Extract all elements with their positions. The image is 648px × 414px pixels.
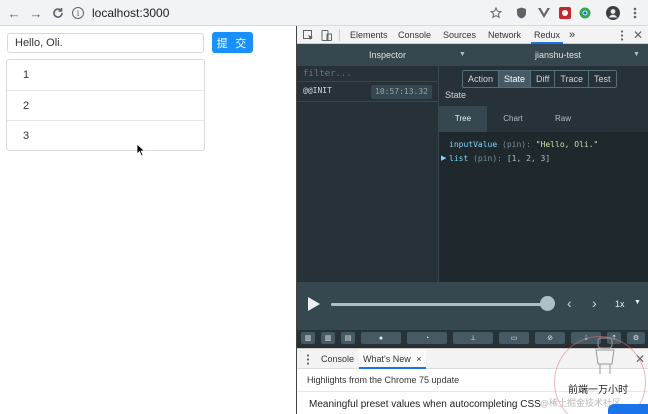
watermark-accent [608,404,648,414]
chevron-down-icon[interactable]: ▼ [634,299,641,306]
layout-right-icon[interactable]: ▥ [321,332,335,344]
tab-elements[interactable]: Elements [350,26,388,44]
action-time: 10:57:13.32 [371,85,432,99]
tree-value: [1, 2, 3] [506,154,551,163]
monitor-select[interactable]: Inspector [369,44,406,66]
tree-key: list [449,154,469,163]
pin-icon[interactable]: ⊥ [453,332,493,344]
drawer-tab-whats-new[interactable]: What's New × [359,349,426,369]
whats-new-heading: Highlights from the Chrome 75 update [307,375,460,385]
action-list-pane: @@INIT 10:57:13.32 [297,66,439,282]
shield-icon[interactable] [514,5,529,20]
layout-bottom-icon[interactable]: ▤ [341,332,355,344]
back-icon[interactable]: ← [5,4,23,22]
inspector-pane: Action State Diff Trace Test State Tree … [439,66,648,282]
watermark-figure-icon [595,337,615,374]
watermark: 前端一万小时 @稀土掘金技术社区 [540,330,648,414]
tree-row-inputvalue[interactable]: inputValue (pin): "Hello, Oli." [449,140,598,149]
tab-network[interactable]: Network [488,26,521,44]
redux-devtools: Inspector ▼ jianshu-test ▼ @@INIT 10:57:… [297,44,648,346]
slider-fill [331,303,547,306]
device-toolbar-icon[interactable] [319,28,333,42]
history-slider[interactable] [331,303,547,306]
slider-player: ‹ › 1x ▼ [297,282,648,330]
record-toggle-icon[interactable]: ● [361,332,401,344]
tree-value: "Hello, Oli." [535,140,599,149]
close-tab-icon[interactable]: × [416,354,421,364]
app-page: 提 交 1 2 3 [0,26,296,414]
redux-header: Inspector ▼ jianshu-test ▼ [297,44,648,66]
store-select[interactable]: jianshu-test [535,44,581,66]
tab-action[interactable]: Action [463,71,498,87]
avatar[interactable] [605,5,620,20]
forward-icon[interactable]: → [27,4,45,22]
address-bar[interactable]: i localhost:3000 [72,3,512,23]
submit-button[interactable]: 提 交 [212,32,253,53]
lock-icon[interactable]: ◔ [407,332,447,344]
todo-list: 1 2 3 [6,59,205,151]
drawer-tab-label: What's New [363,354,411,364]
tab-redux[interactable]: Redux [531,26,564,44]
tree-key: inputValue [449,140,498,149]
state-tree: inputValue (pin): "Hello, Oli." ▶ list (… [439,132,648,282]
chevron-down-icon[interactable]: ▼ [459,44,466,66]
tab-trace[interactable]: Trace [554,71,588,87]
dispatch-off-icon[interactable]: ⊘ [535,332,565,344]
action-item[interactable]: @@INIT 10:57:13.32 [297,82,438,102]
view-tabs: Tree Chart Raw [439,106,648,132]
chevron-down-icon[interactable]: ▼ [633,44,640,66]
chrome-icon[interactable] [577,5,592,20]
expand-arrow-icon[interactable]: ▶ [441,154,446,162]
tab-sources[interactable]: Sources [443,26,476,44]
detail-tabs: Action State Diff Trace Test [462,70,617,88]
more-tabs-icon[interactable]: » [569,26,575,44]
step-forward-icon[interactable]: › [592,295,597,311]
speed-select[interactable]: 1x [615,299,625,309]
browser-toolbar: ← → i localhost:3000 [0,0,648,26]
filter-input[interactable] [297,66,438,82]
list-item[interactable]: 3 [7,120,204,150]
mouse-cursor-icon [136,143,146,157]
state-title: State [445,90,467,100]
record-icon[interactable] [557,5,572,20]
vue-icon[interactable] [536,5,551,20]
tab-raw[interactable]: Raw [539,106,587,132]
close-devtools-icon[interactable]: ✕ [631,28,645,42]
list-item[interactable]: 2 [7,90,204,120]
reload-icon[interactable] [49,4,67,22]
separator [339,29,340,41]
layout-left-icon[interactable]: ▥ [301,332,315,344]
info-icon[interactable]: i [72,7,84,19]
star-icon[interactable] [488,5,503,20]
list-item[interactable]: 1 [7,60,204,90]
more-icon[interactable] [627,5,642,20]
tab-diff[interactable]: Diff [530,71,554,87]
slider-thumb[interactable] [540,296,555,311]
url-text: localhost:3000 [92,6,170,20]
inspect-element-icon[interactable] [301,28,315,42]
drawer-tab-console[interactable]: Console [321,349,354,369]
tree-meta: (pin): [502,140,531,149]
tree-row-list[interactable]: list (pin): [1, 2, 3] [449,154,550,163]
tab-test[interactable]: Test [588,71,616,87]
drawer-menu-icon[interactable] [301,352,315,366]
tab-chart[interactable]: Chart [489,106,537,132]
play-icon[interactable] [307,296,321,312]
tab-state[interactable]: State [498,71,531,87]
feature-link[interactable]: Meaningful preset values when autocomple… [309,399,541,410]
todo-input[interactable] [7,33,204,53]
keyboard-icon[interactable]: ▭ [499,332,529,344]
devtools-tabbar: Elements Console Sources Network Redux »… [297,26,648,44]
action-name: @@INIT [303,86,332,95]
tree-meta: (pin): [473,154,502,163]
tab-console[interactable]: Console [398,26,431,44]
watermark-title: 前端一万小时 [568,385,628,396]
tab-tree[interactable]: Tree [439,106,487,132]
kebab-menu-icon[interactable] [615,28,629,42]
step-back-icon[interactable]: ‹ [567,295,572,311]
